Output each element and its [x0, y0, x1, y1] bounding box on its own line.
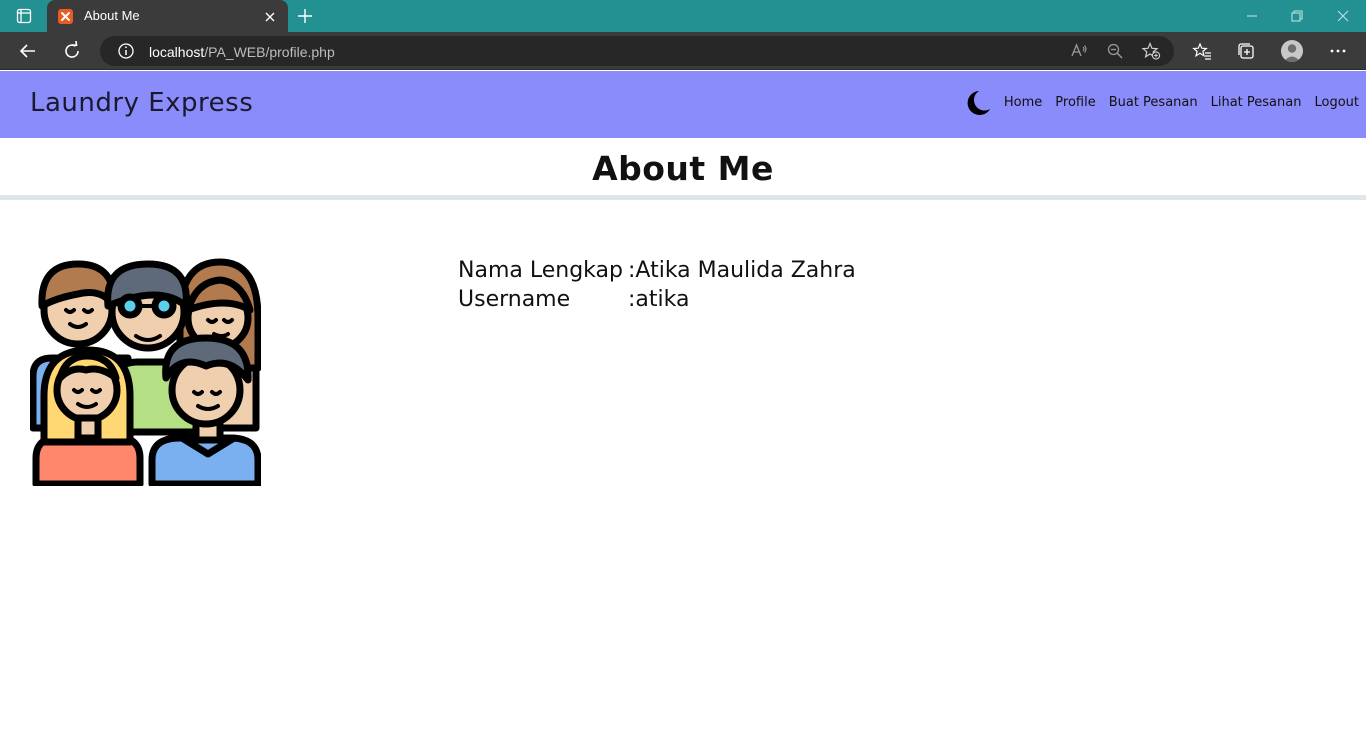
field-value: :Atika Maulida Zahra [628, 258, 856, 283]
page-header: About Me [0, 138, 1366, 200]
nav-link-profile[interactable]: Profile [1055, 95, 1095, 110]
field-label: Nama Lengkap [458, 258, 623, 283]
browser-tab[interactable]: About Me [47, 0, 288, 32]
close-window-icon[interactable] [1335, 8, 1351, 24]
back-arrow-icon[interactable] [18, 41, 38, 61]
profile-row-nama: Nama Lengkap :Atika Maulida Zahra [458, 256, 856, 285]
read-aloud-icon[interactable] [1069, 41, 1089, 61]
url-text: localhost/PA_WEB/profile.php [149, 44, 335, 60]
minimize-icon[interactable] [1244, 8, 1260, 24]
restore-icon[interactable] [1289, 8, 1305, 24]
url-path: /PA_WEB/profile.php [204, 44, 335, 60]
add-favorite-icon[interactable] [1141, 41, 1161, 61]
moon-icon[interactable] [962, 88, 992, 118]
nav-link-logout[interactable]: Logout [1314, 95, 1359, 110]
field-value: :atika [628, 287, 690, 312]
field-label: Username [458, 287, 571, 312]
site-navbar: Laundry Express Home Profile Buat Pesana… [0, 71, 1366, 138]
group-of-people-illustration [29, 258, 262, 488]
brand-logo-text[interactable]: Laundry Express [30, 88, 253, 118]
browser-toolbar: localhost/PA_WEB/profile.php [0, 32, 1366, 70]
favorites-icon[interactable] [1192, 41, 1212, 61]
site-info-icon[interactable] [116, 41, 136, 61]
zoom-out-icon[interactable] [1105, 41, 1125, 61]
profile-avatar-icon[interactable] [1281, 40, 1303, 62]
url-host: localhost [149, 44, 205, 60]
xampp-favicon-icon [58, 9, 73, 24]
nav-link-lihat-pesanan[interactable]: Lihat Pesanan [1211, 95, 1302, 110]
nav-link-home[interactable]: Home [1004, 95, 1042, 110]
nav-link-buat-pesanan[interactable]: Buat Pesanan [1109, 95, 1198, 110]
nav-links: Home Profile Buat Pesanan Lihat Pesanan … [1004, 95, 1359, 110]
address-bar[interactable]: localhost/PA_WEB/profile.php [100, 36, 1174, 66]
browser-titlebar: About Me [0, 0, 1366, 32]
tab-actions-icon[interactable] [10, 6, 38, 26]
refresh-icon[interactable] [62, 40, 82, 61]
close-tab-icon[interactable] [263, 9, 277, 23]
more-options-icon[interactable] [1328, 41, 1348, 61]
collections-icon[interactable] [1236, 41, 1256, 61]
profile-row-username: Username :atika [458, 285, 856, 314]
profile-info: Nama Lengkap :Atika Maulida Zahra Userna… [458, 256, 856, 314]
page-title: About Me [592, 149, 774, 188]
tab-title: About Me [84, 8, 140, 23]
new-tab-icon[interactable] [296, 7, 314, 25]
